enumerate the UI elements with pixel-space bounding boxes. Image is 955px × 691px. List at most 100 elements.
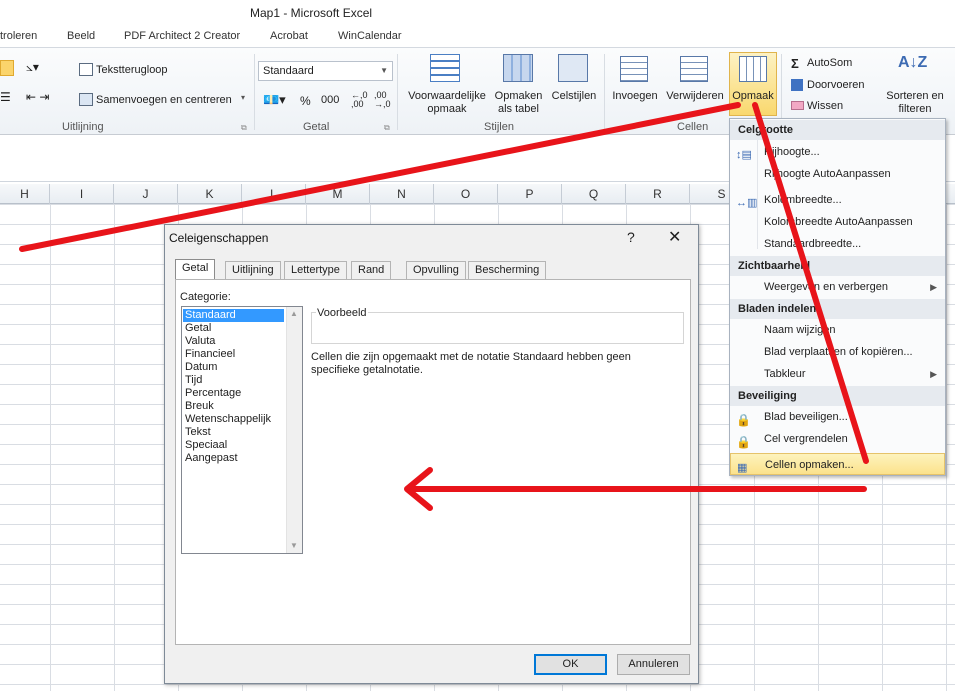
list-item[interactable]: Speciaal [183,439,284,452]
percent-button[interactable]: % [300,94,311,108]
tab-beeld[interactable]: Beeld [67,30,95,42]
preview-label: Voorbeeld [316,307,368,319]
increase-decimal-icon[interactable]: ←,0,00 [351,91,368,109]
menu-section-header: Bladen indelen [730,299,945,319]
tab-acrobat[interactable]: Acrobat [270,30,308,42]
list-item[interactable]: Financieel [183,348,284,361]
list-item[interactable]: Tijd [183,374,284,387]
number-format-select[interactable]: Standaard ▼ [258,61,393,81]
column-header[interactable]: J [114,184,178,204]
list-item[interactable]: Valuta [183,335,284,348]
column-header[interactable]: I [50,184,114,204]
format-as-table-button[interactable]: Opmaken als tabel [491,90,546,116]
menu-item-row-height[interactable]: ↕▤ Rijhoogte... [730,141,945,163]
conditional-format-button[interactable]: Voorwaardelijke opmaak [403,90,491,116]
merge-center-button[interactable]: Samenvoegen en centreren [96,94,232,106]
format-dropdown-menu: Celgrootte ↕▤ Rijhoogte... Rijhoogte Aut… [729,118,946,476]
list-item[interactable]: Breuk [183,400,284,413]
list-item[interactable]: Getal [183,322,284,335]
menu-item-format-cells[interactable]: ▦ Cellen opmaken... [730,453,945,475]
align-justify-icon[interactable]: ☰ [0,90,11,104]
format-description: Cellen die zijn opgemaakt met de notatie… [311,351,631,376]
tab-bescherming[interactable]: Bescherming [468,261,547,279]
tab-getal[interactable]: Getal [175,259,216,280]
column-header[interactable]: K [178,184,242,204]
menu-item-label: Standaardbreedte... [764,238,862,250]
group-label-alignment: Uitlijning [62,121,104,133]
column-header[interactable]: L [242,184,306,204]
title-bar: Map1 - Microsoft Excel [0,0,955,26]
ok-button[interactable]: OK [534,654,607,675]
chevron-right-icon: ▶ [930,369,937,379]
tab-controleren[interactable]: troleren [0,30,37,42]
menu-item-protect-sheet[interactable]: 🔒 Blad beveiligen... [730,406,945,428]
thousands-button[interactable]: 000 [321,94,339,106]
menu-item-lock-cell[interactable]: 🔒 Cel vergrendelen [730,428,945,450]
menu-item-tab-color[interactable]: Tabkleur ▶ [730,363,945,385]
currency-icon[interactable]: 💶▾ [263,92,286,108]
tab-opvulling[interactable]: Opvulling [406,261,466,279]
format-button[interactable]: Opmaak [729,90,777,103]
cancel-button[interactable]: Annuleren [617,654,690,675]
fill-down-icon [791,79,803,91]
menu-item-label: Blad beveiligen... [764,411,848,423]
help-button[interactable]: ? [627,229,635,245]
column-header[interactable]: M [306,184,370,204]
chevron-down-icon: ▼ [380,66,388,75]
menu-item-label: Kolombreedte AutoAanpassen [764,216,913,228]
delete-button[interactable]: Verwijderen [662,90,728,103]
insert-button[interactable]: Invoegen [608,90,662,103]
menu-item-label: Cellen opmaken... [765,459,854,471]
tab-wincalendar[interactable]: WinCalendar [338,30,402,42]
list-item[interactable]: Tekst [183,426,284,439]
wrap-text-icon [79,63,93,76]
column-header[interactable]: R [626,184,690,204]
list-item[interactable]: Percentage [183,387,284,400]
align-icon[interactable] [0,60,14,76]
category-scrollbar[interactable]: ▲ ▼ [286,307,302,553]
divider [604,54,605,130]
decrease-decimal-icon[interactable]: ,00 →,0 [374,91,391,109]
list-item[interactable]: Datum [183,361,284,374]
column-header[interactable]: N [370,184,434,204]
sort-filter-button[interactable]: Sorteren en filteren [880,90,950,116]
merge-dropdown-icon[interactable]: ▾ [241,93,245,102]
tab-uitlijning[interactable]: Uitlijning [225,261,281,279]
alignment-launcher-icon[interactable]: ⧉ [241,123,247,133]
column-header[interactable]: Q [562,184,626,204]
indent-icon[interactable]: ⇤ ⇥ [26,90,49,104]
close-icon[interactable]: ✕ [668,227,681,247]
tab-rand[interactable]: Rand [351,261,392,279]
clear-button[interactable]: Wissen [807,100,843,112]
menu-item-rename[interactable]: Naam wijzigen [730,319,945,341]
tab-lettertype[interactable]: Lettertype [284,261,347,279]
chevron-down-icon[interactable]: ▼ [290,541,298,550]
column-header[interactable]: H [0,184,50,204]
menu-item-show-hide[interactable]: Weergeven en verbergen ▶ [730,276,945,298]
chevron-up-icon[interactable]: ▲ [290,309,298,318]
wrap-text-button[interactable]: Tekstterugloop [96,64,168,76]
menu-item-column-width[interactable]: ↔▥ Kolombreedte... [730,189,945,211]
format-cells-dialog: Celeigenschappen ? ✕ Getal Uitlijning Le… [164,224,699,684]
list-item[interactable]: Standaard [183,309,284,322]
tab-pdf-architect[interactable]: PDF Architect 2 Creator [124,30,240,42]
autosum-icon: Σ [791,56,799,71]
menu-item-move-copy[interactable]: Blad verplaatsen of kopiëren... [730,341,945,363]
number-format-value: Standaard [263,65,314,77]
menu-item-autofit-column[interactable]: Kolombreedte AutoAanpassen [730,211,945,233]
column-header[interactable]: O [434,184,498,204]
cell-styles-button[interactable]: Celstijlen [548,90,600,103]
menu-item-default-width[interactable]: Standaardbreedte... [730,233,945,255]
fill-button[interactable]: Doorvoeren [807,79,864,91]
row-height-icon: ↕▤ [736,149,752,161]
list-item[interactable]: Wetenschappelijk [183,413,284,426]
number-launcher-icon[interactable]: ⧉ [384,123,390,133]
list-item[interactable]: Aangepast [183,452,284,465]
lock-icon: 🔒 [736,435,751,449]
category-list[interactable]: Standaard Getal Valuta Financieel Datum … [181,306,303,554]
orientation-icon[interactable]: ⦣▾ [26,60,39,75]
menu-item-autofit-row[interactable]: Rijhoogte AutoAanpassen [730,163,945,185]
conditional-format-icon [430,54,460,82]
autosum-button[interactable]: AutoSom [807,57,852,69]
column-header[interactable]: P [498,184,562,204]
